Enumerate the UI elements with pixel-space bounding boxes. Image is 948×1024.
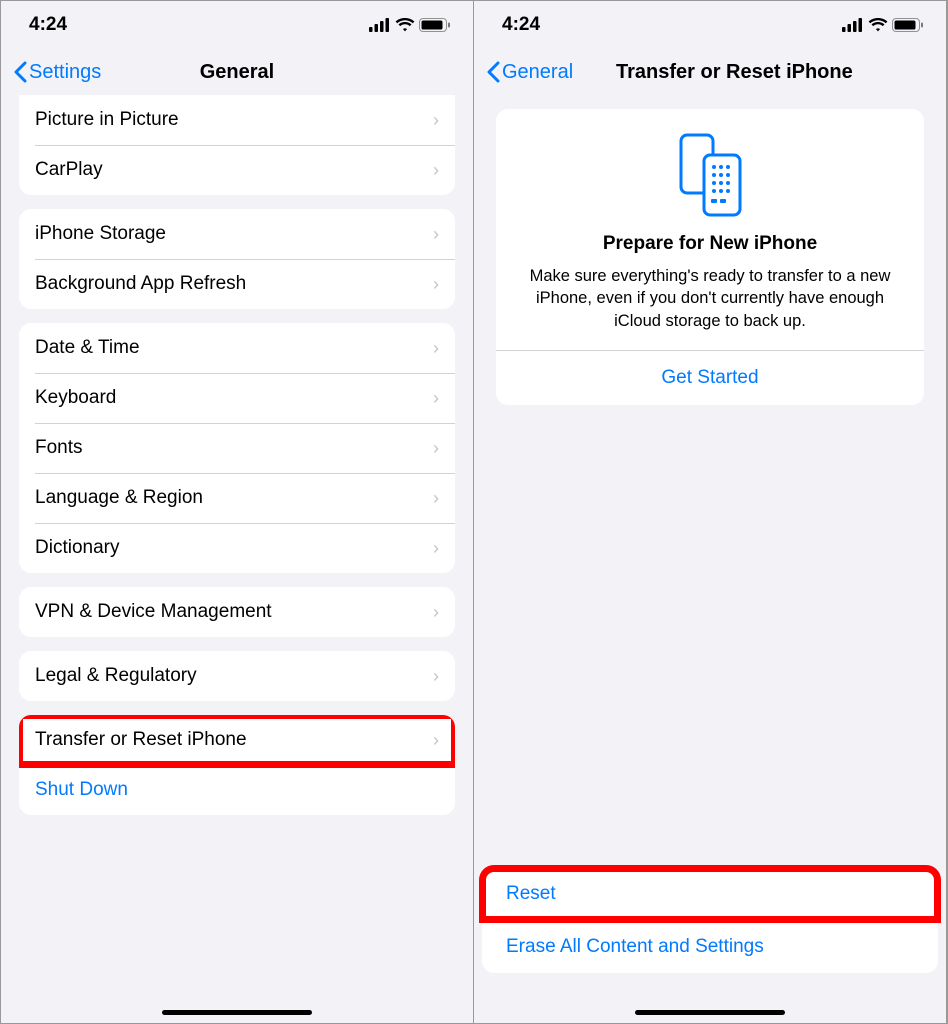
settings-group: VPN & Device Management › bbox=[19, 587, 455, 637]
row-iphone-storage[interactable]: iPhone Storage › bbox=[19, 209, 455, 259]
settings-content: Picture in Picture › CarPlay › iPhone Stor… bbox=[1, 95, 473, 1023]
status-time: 4:24 bbox=[502, 14, 540, 36]
row-fonts[interactable]: Fonts › bbox=[19, 423, 455, 473]
chevron-right-icon: › bbox=[433, 538, 439, 559]
wifi-icon bbox=[395, 18, 415, 32]
row-vpn-device-mgmt[interactable]: VPN & Device Management › bbox=[19, 587, 455, 637]
row-keyboard[interactable]: Keyboard › bbox=[19, 373, 455, 423]
phones-icon bbox=[674, 131, 746, 219]
phone-right: 4:24 General Transfer or Reset iPhone bbox=[474, 1, 947, 1023]
row-shut-down[interactable]: Shut Down bbox=[19, 765, 455, 815]
chevron-right-icon: › bbox=[433, 438, 439, 459]
row-label: Legal & Regulatory bbox=[35, 665, 425, 687]
row-transfer-reset[interactable]: Transfer or Reset iPhone › bbox=[19, 715, 455, 765]
status-bar: 4:24 bbox=[1, 1, 473, 49]
row-label: Background App Refresh bbox=[35, 273, 425, 295]
chevron-right-icon: › bbox=[433, 160, 439, 181]
row-label: Language & Region bbox=[35, 487, 425, 509]
status-bar: 4:24 bbox=[474, 1, 946, 49]
row-label: Keyboard bbox=[35, 387, 425, 409]
chevron-right-icon: › bbox=[433, 730, 439, 751]
row-language-region[interactable]: Language & Region › bbox=[19, 473, 455, 523]
row-dictionary[interactable]: Dictionary › bbox=[19, 523, 455, 573]
row-label: Fonts bbox=[35, 437, 425, 459]
row-background-app-refresh[interactable]: Background App Refresh › bbox=[19, 259, 455, 309]
row-label: Date & Time bbox=[35, 337, 425, 359]
settings-group: Picture in Picture › CarPlay › bbox=[19, 95, 455, 195]
back-label: General bbox=[502, 61, 573, 84]
nav-title: General bbox=[1, 49, 473, 95]
status-icons bbox=[369, 18, 451, 32]
row-label: VPN & Device Management bbox=[35, 601, 425, 623]
row-picture-in-picture[interactable]: Picture in Picture › bbox=[19, 95, 455, 145]
settings-group: Transfer or Reset iPhone › Shut Down bbox=[19, 715, 455, 815]
nav-header: Settings General bbox=[1, 49, 473, 95]
row-legal-regulatory[interactable]: Legal & Regulatory › bbox=[19, 651, 455, 701]
battery-icon bbox=[892, 18, 924, 32]
chevron-right-icon: › bbox=[433, 488, 439, 509]
chevron-right-icon: › bbox=[433, 338, 439, 359]
settings-group: Date & Time › Keyboard › Fonts › Language &… bbox=[19, 323, 455, 573]
nav-header: General Transfer or Reset iPhone bbox=[474, 49, 946, 95]
back-button[interactable]: General bbox=[486, 61, 573, 84]
row-label: CarPlay bbox=[35, 159, 425, 181]
settings-group: Legal & Regulatory › bbox=[19, 651, 455, 701]
row-label: Dictionary bbox=[35, 537, 425, 559]
home-indicator bbox=[635, 1010, 785, 1015]
nav-title: Transfer or Reset iPhone bbox=[616, 49, 853, 95]
cellular-icon bbox=[369, 18, 391, 32]
home-indicator bbox=[162, 1010, 312, 1015]
chevron-right-icon: › bbox=[433, 666, 439, 687]
status-icons bbox=[842, 18, 924, 32]
chevron-right-icon: › bbox=[433, 602, 439, 623]
chevron-right-icon: › bbox=[433, 224, 439, 245]
row-date-time[interactable]: Date & Time › bbox=[19, 323, 455, 373]
phone-left: 4:24 Settings General Picture in Picture… bbox=[1, 1, 474, 1023]
row-carplay[interactable]: CarPlay › bbox=[19, 145, 455, 195]
wifi-icon bbox=[868, 18, 888, 32]
chevron-right-icon: › bbox=[433, 388, 439, 409]
row-label: Transfer or Reset iPhone bbox=[35, 729, 425, 751]
row-label: Picture in Picture bbox=[35, 109, 425, 131]
erase-all-button[interactable]: Erase All Content and Settings bbox=[482, 921, 938, 973]
chevron-left-icon bbox=[486, 61, 500, 83]
settings-group: iPhone Storage › Background App Refresh › bbox=[19, 209, 455, 309]
chevron-right-icon: › bbox=[433, 274, 439, 295]
prepare-card: Prepare for New iPhone Make sure everyth… bbox=[496, 109, 924, 405]
bottom-actions: Reset Erase All Content and Settings bbox=[474, 868, 946, 1023]
card-title: Prepare for New iPhone bbox=[516, 233, 904, 255]
status-time: 4:24 bbox=[29, 14, 67, 36]
row-label: iPhone Storage bbox=[35, 223, 425, 245]
reset-button[interactable]: Reset bbox=[482, 868, 938, 920]
cellular-icon bbox=[842, 18, 864, 32]
battery-icon bbox=[419, 18, 451, 32]
chevron-right-icon: › bbox=[433, 110, 439, 131]
card-description: Make sure everything's ready to transfer… bbox=[516, 265, 904, 332]
get-started-button[interactable]: Get Started bbox=[516, 351, 904, 405]
row-label: Shut Down bbox=[35, 779, 439, 801]
